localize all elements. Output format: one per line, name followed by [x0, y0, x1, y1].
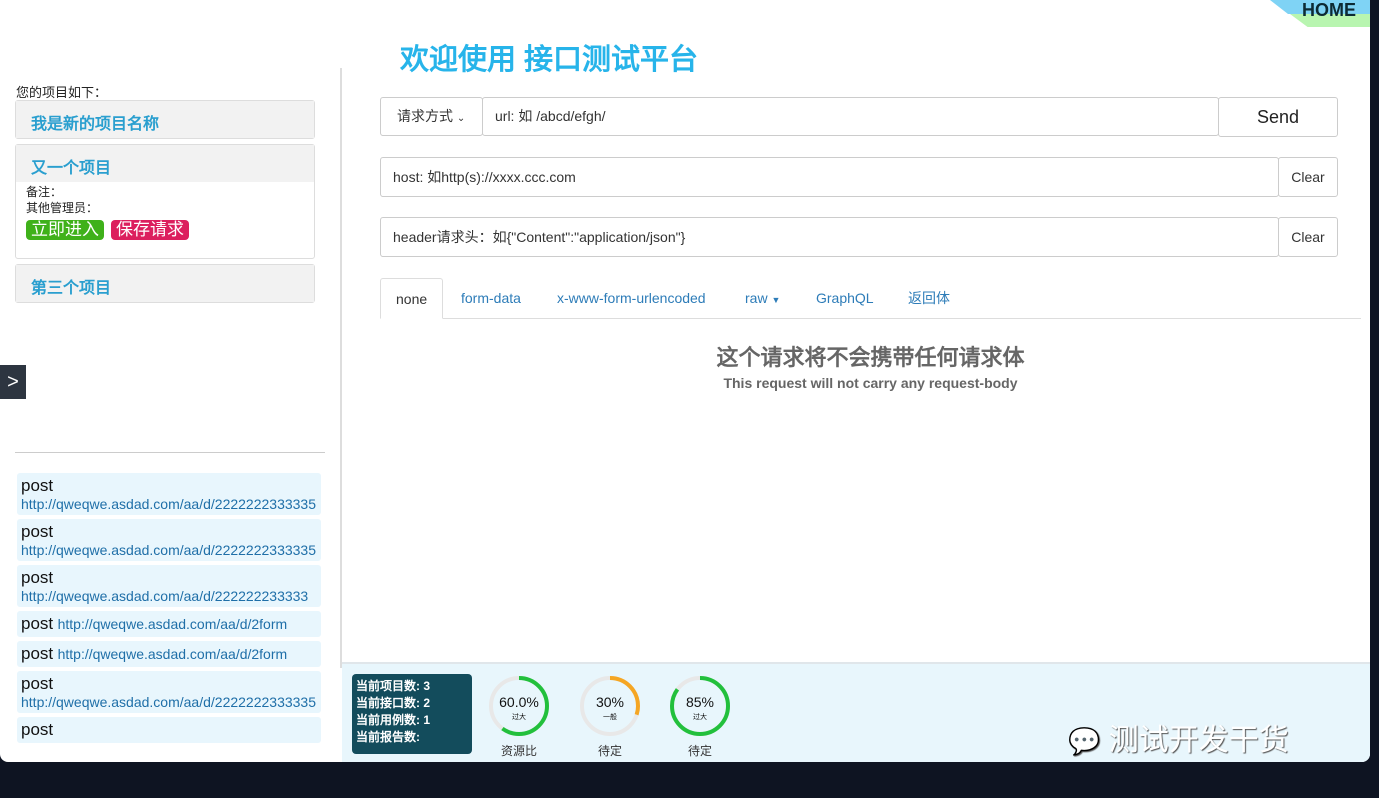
- request-url[interactable]: http://qweqwe.asdad.com/aa/d/2form: [58, 646, 288, 662]
- stat-projects: 当前项目数: 3: [356, 679, 431, 693]
- project-card[interactable]: 第三个项目: [15, 264, 315, 303]
- chevron-down-icon: ⌄: [456, 113, 466, 124]
- gauge-label: 资源比: [500, 744, 537, 758]
- request-list[interactable]: post http://qweqwe.asdad.com/aa/d/2222222…: [17, 473, 321, 753]
- home-label[interactable]: HOME: [1302, 0, 1356, 21]
- list-item[interactable]: post http://qweqwe.asdad.com/aa/d/2form: [17, 611, 321, 637]
- enter-button[interactable]: 立即进入: [26, 220, 104, 240]
- request-method: post: [21, 644, 54, 663]
- stat-apis: 当前接口数: 2: [356, 696, 431, 710]
- project-card-expanded[interactable]: 又一个项目 备注： 其他管理员： 立即进入 保存请求: [15, 144, 315, 259]
- request-method: post: [21, 614, 54, 633]
- gauge-value: 30%: [595, 694, 625, 710]
- project-title[interactable]: 我是新的项目名称: [16, 101, 314, 138]
- gauge-label: 待定: [597, 744, 622, 758]
- stat-reports: 当前报告数:: [356, 730, 420, 744]
- request-url[interactable]: http://qweqwe.asdad.com/aa/d/22222223333…: [21, 496, 317, 512]
- tab-response[interactable]: 返回体: [908, 278, 950, 319]
- empty-body-subtitle: This request will not carry any request-…: [723, 375, 1018, 391]
- list-item[interactable]: post: [17, 717, 321, 743]
- divider: [340, 68, 342, 668]
- request-method: post: [21, 720, 54, 739]
- tab-none[interactable]: none: [380, 278, 444, 319]
- body-tabs: none form-data x-www-form-urlencoded raw…: [380, 278, 1361, 319]
- send-button[interactable]: Send: [1218, 97, 1338, 137]
- gauge: 30% 一般待定: [578, 674, 642, 759]
- stat-cases: 当前用例数: 1: [356, 713, 431, 727]
- request-method: post: [21, 674, 54, 693]
- watermark: 💬 测试开发干货: [1068, 715, 1289, 759]
- list-item[interactable]: post http://qweqwe.asdad.com/aa/d/2222222…: [17, 565, 321, 607]
- gauge-value: 85%: [685, 694, 715, 710]
- stats-panel: 当前项目数: 3 当前接口数: 2 当前用例数: 1 当前报告数:: [352, 674, 472, 754]
- divider: [15, 452, 325, 453]
- gauge: 85% 过大待定: [668, 674, 732, 759]
- wechat-icon: 💬: [1068, 726, 1101, 756]
- method-value: 请求方式: [397, 108, 453, 124]
- project-admins: 其他管理员：: [26, 201, 99, 215]
- host-input[interactable]: host: 如http(s)://xxxx.ccc.com: [380, 157, 1279, 197]
- list-item[interactable]: post http://qweqwe.asdad.com/aa/d/2222222…: [17, 519, 321, 561]
- gauge-sub: 一般: [603, 714, 617, 721]
- request-method: post: [21, 568, 54, 587]
- tab-raw[interactable]: raw ▼: [745, 278, 780, 319]
- page-title: 欢迎使用 接口测试平台: [400, 44, 699, 76]
- request-url[interactable]: http://qweqwe.asdad.com/aa/d/22222223333…: [21, 588, 317, 604]
- gauge: 60.0% 过大资源比: [487, 674, 551, 759]
- project-title[interactable]: 又一个项目: [16, 145, 314, 182]
- project-note: 备注：: [26, 185, 63, 199]
- request-method: post: [21, 476, 54, 495]
- home-button[interactable]: HOME: [1270, 0, 1370, 27]
- projects-label: 您的项目如下：: [16, 85, 108, 100]
- project-title[interactable]: 第三个项目: [16, 265, 314, 302]
- method-select[interactable]: 请求方式 ⌄: [380, 97, 483, 136]
- gauge-sub: 过大: [512, 714, 526, 721]
- project-card[interactable]: 我是新的项目名称: [15, 100, 315, 139]
- caret-down-icon: ▼: [771, 295, 781, 305]
- tab-raw-label: raw: [745, 290, 768, 306]
- list-item[interactable]: post http://qweqwe.asdad.com/aa/d/2222222…: [17, 671, 321, 713]
- list-item[interactable]: post http://qweqwe.asdad.com/aa/d/2form: [17, 641, 321, 667]
- url-input[interactable]: url: 如 /abcd/efgh/: [482, 97, 1219, 136]
- clear-header-button[interactable]: Clear: [1278, 217, 1338, 257]
- tab-graphql[interactable]: GraphQL: [816, 278, 874, 319]
- save-request-button[interactable]: 保存请求: [111, 220, 189, 240]
- request-url[interactable]: http://qweqwe.asdad.com/aa/d/22222223333…: [21, 694, 317, 710]
- list-item[interactable]: post http://qweqwe.asdad.com/aa/d/2222222…: [17, 473, 321, 515]
- gauge-sub: 过大: [693, 714, 707, 721]
- request-method: post: [21, 522, 54, 541]
- app-window: HOME 欢迎使用 接口测试平台 您的项目如下： 我是新的项目名称 又一个项目 …: [0, 0, 1370, 762]
- request-url[interactable]: http://qweqwe.asdad.com/aa/d/2form: [58, 616, 288, 632]
- gauge-value: 60.0%: [499, 694, 539, 710]
- empty-body-title: 这个请求将不会携带任何请求体: [716, 345, 1025, 370]
- clear-host-button[interactable]: Clear: [1278, 157, 1338, 197]
- request-url[interactable]: http://qweqwe.asdad.com/aa/d/22222223333…: [21, 542, 317, 558]
- sidebar-toggle-button[interactable]: >: [0, 365, 26, 399]
- tab-urlencoded[interactable]: x-www-form-urlencoded: [557, 278, 706, 319]
- gauge-label: 待定: [687, 744, 712, 758]
- watermark-text: 测试开发干货: [1108, 724, 1289, 757]
- tab-form-data[interactable]: form-data: [461, 278, 521, 319]
- header-input[interactable]: header请求头：如{"Content":"application/json"…: [380, 217, 1279, 257]
